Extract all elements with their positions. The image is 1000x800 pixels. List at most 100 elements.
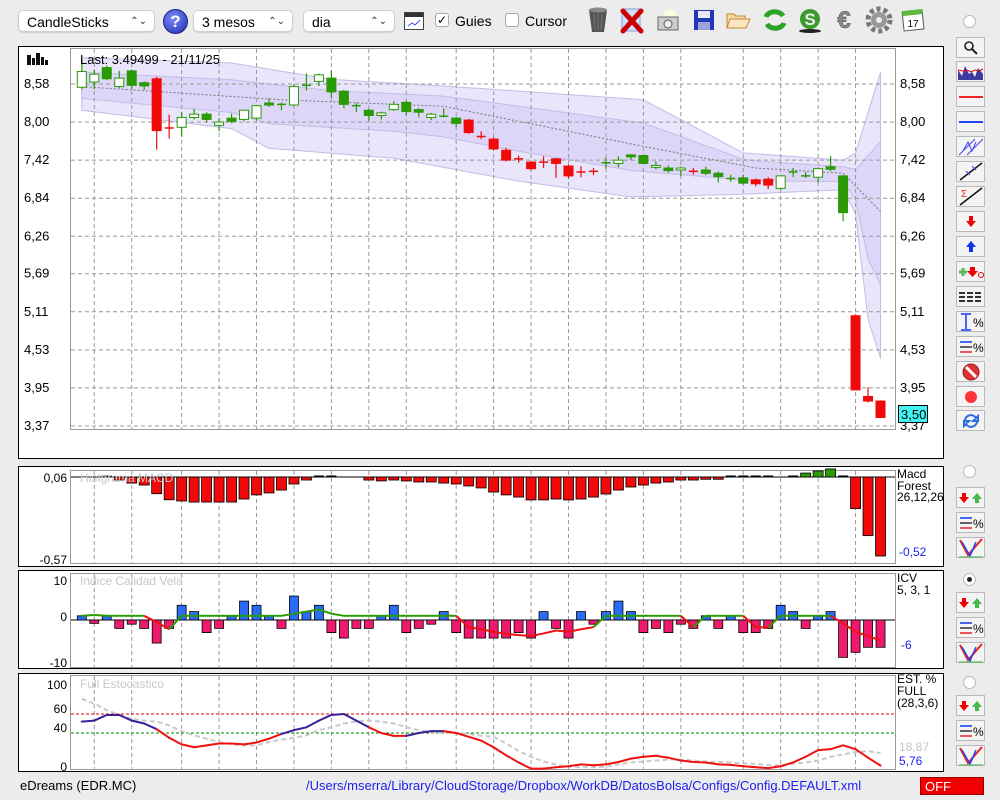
- icv-bar: [538, 611, 549, 621]
- candle-body: [551, 158, 562, 164]
- icv-tick-0: 0: [60, 610, 67, 624]
- icv-bar: [663, 619, 674, 634]
- stoch-k-segment: [729, 763, 745, 768]
- icv-bar: [800, 619, 811, 629]
- icv-bar: [351, 619, 362, 629]
- price-tick-left: 5,11: [24, 304, 48, 319]
- macd-bar: [687, 476, 699, 481]
- icv-signal-segment: [555, 629, 569, 633]
- macd-bar: [375, 476, 387, 482]
- macd-bar: [862, 476, 874, 537]
- stoch-k-segment: [80, 719, 96, 723]
- candle-body: [426, 113, 437, 118]
- macd-bar: [201, 476, 213, 503]
- candle-body: [501, 149, 512, 161]
- price-tick-left: 4,53: [24, 342, 49, 357]
- icv-bar: [576, 611, 586, 621]
- last-price-label: Last: 3.49499 - 21/11/25: [80, 52, 220, 67]
- candle-body: [875, 400, 886, 418]
- icv-bar: [463, 619, 474, 639]
- icv-bar: [863, 619, 873, 648]
- stoch-k-segment: [817, 748, 832, 752]
- macd-bar: [288, 476, 300, 485]
- price-tick-right: 3,95: [900, 380, 925, 395]
- macd-bar: [838, 475, 849, 477]
- candle-body: [189, 113, 200, 118]
- icv-bar: [513, 619, 524, 634]
- icv-bar: [289, 595, 299, 621]
- candle-body: [488, 138, 499, 150]
- macd-bottom-label: -0,57: [40, 553, 68, 567]
- icv-bar: [451, 619, 462, 634]
- candle-body: [239, 109, 250, 120]
- macd-bar: [525, 476, 537, 501]
- macd-bar: [750, 475, 761, 477]
- candle-body: [750, 179, 761, 185]
- price-tick-left: 8,58: [24, 76, 49, 91]
- stoch-k-value: 5,76: [899, 754, 923, 768]
- macd-bar: [213, 476, 225, 503]
- macd-bar: [812, 470, 824, 478]
- macd-last-value: -0,52: [899, 545, 927, 559]
- candle-body: [700, 169, 711, 174]
- macd-top-label: 0,06: [44, 471, 68, 485]
- icv-signal-segment: [81, 613, 95, 617]
- stoch-k-segment: [330, 713, 345, 716]
- price-tick-left: 8,00: [24, 114, 49, 129]
- macd-bar: [662, 476, 674, 483]
- icv-legend-2: 5, 3, 1: [897, 583, 931, 597]
- price-tick-left: 7,42: [24, 152, 49, 167]
- macd-bar: [301, 476, 312, 481]
- icv-bar: [201, 619, 212, 634]
- candle-body: [838, 175, 849, 214]
- chart-canvas[interactable]: 8,58 8,58 8,00 8,00 7,42 7,42 6,84 6,84 6,26 6,26…: [0, 0, 1000, 800]
- macd-bar: [176, 476, 188, 502]
- candle-body: [650, 164, 661, 168]
- icv-bar: [139, 619, 150, 629]
- config-path-link[interactable]: /Users/mserra/Library/CloudStorage/Dropb…: [306, 778, 861, 793]
- icv-bar: [875, 619, 886, 648]
- off-toggle-label: OFF: [925, 779, 951, 794]
- candle-body: [338, 90, 349, 105]
- macd-bar: [650, 476, 662, 484]
- macd-bar: [263, 476, 275, 494]
- icv-bar: [613, 600, 624, 621]
- candle-body: [89, 73, 100, 83]
- candle-body: [526, 161, 537, 170]
- candle-body: [139, 82, 150, 87]
- icv-last-value: -6: [901, 638, 912, 652]
- icv-bar: [713, 619, 724, 629]
- macd-bar: [425, 476, 437, 483]
- macd-bar: [238, 476, 250, 500]
- price-tick-left: 3,37: [24, 418, 49, 433]
- icv-bar: [638, 619, 649, 634]
- icv-bar: [276, 619, 287, 629]
- candle-body: [638, 155, 649, 164]
- icv-title: Indice Calidad Vela: [80, 574, 183, 588]
- macd-bar: [463, 476, 475, 487]
- candle-body: [101, 67, 112, 80]
- stoch-k-segment: [542, 766, 558, 770]
- candle-body: [675, 167, 686, 171]
- last-price-value: 3,50: [901, 407, 926, 422]
- candle-body: [813, 168, 824, 178]
- icv-bar: [551, 619, 561, 629]
- stoch-tick-40: 40: [54, 721, 68, 735]
- candle-body: [214, 121, 225, 126]
- macd-bar: [388, 476, 400, 481]
- macd-bar: [825, 468, 836, 478]
- candle-body: [114, 77, 125, 88]
- candle-body: [126, 70, 137, 86]
- price-tick-left: 6,84: [24, 190, 49, 205]
- price-tick-left: 5,69: [24, 266, 49, 281]
- off-toggle-button[interactable]: OFF: [920, 777, 984, 795]
- macd-bar: [700, 476, 712, 480]
- macd-title: Histgrama MACD: [80, 471, 174, 485]
- candle-body: [763, 178, 774, 186]
- icv-bar: [114, 619, 125, 629]
- candle-body: [401, 101, 412, 113]
- icv-signal-segment: [518, 634, 532, 637]
- candle-body: [413, 109, 424, 113]
- candle-body: [563, 165, 574, 177]
- stoch-tick-60: 60: [54, 702, 68, 716]
